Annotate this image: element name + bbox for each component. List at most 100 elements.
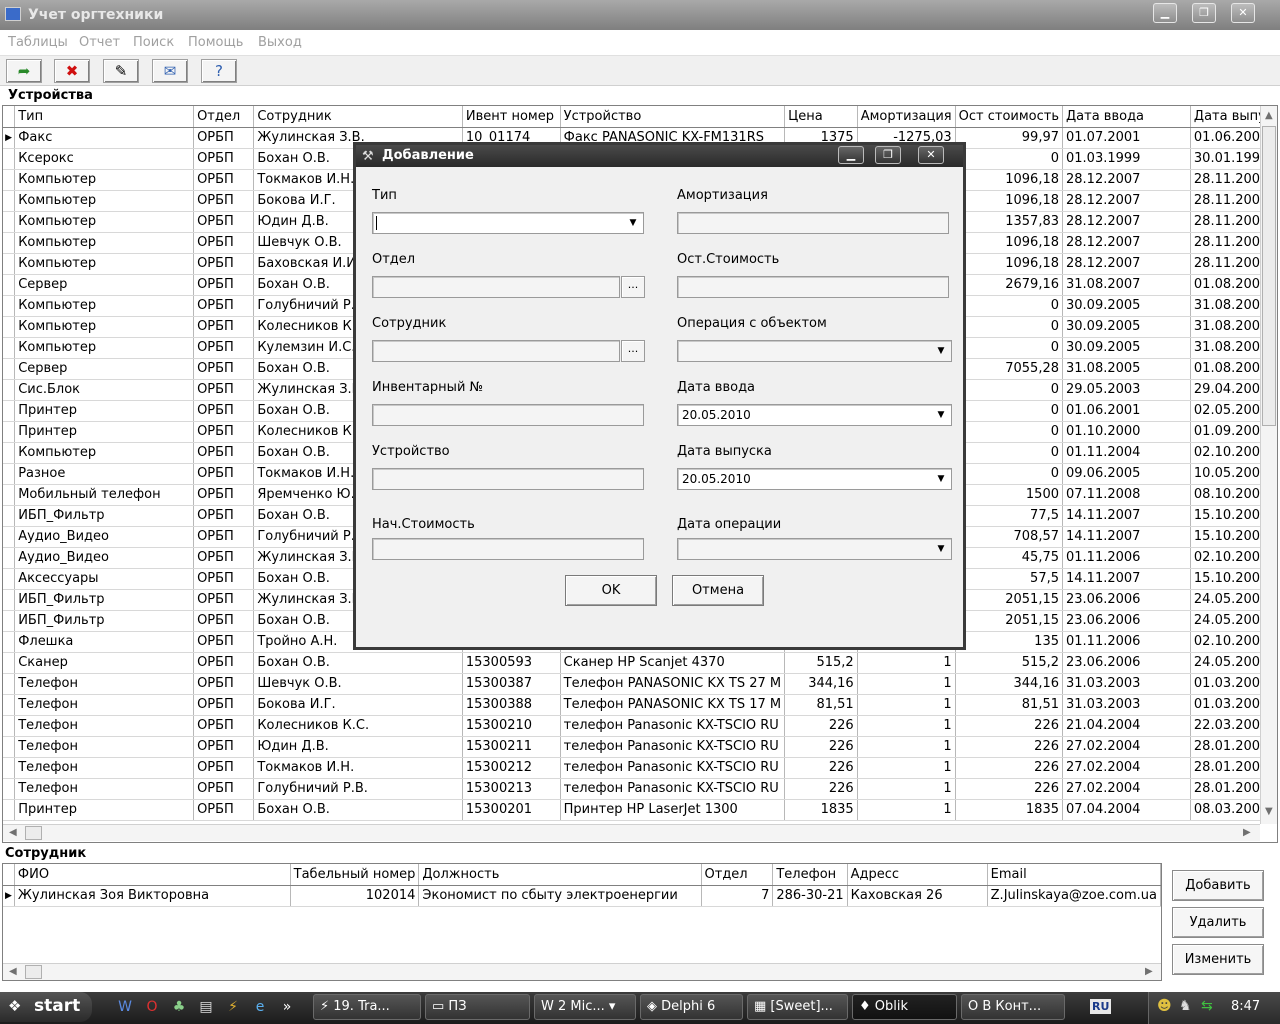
table-row[interactable]: ▶ Жулинская Зоя Викторовна 102014 Эконом… — [3, 885, 1161, 907]
table-cell[interactable]: 01.11.2006 — [1062, 631, 1191, 653]
column-header[interactable]: ФИО — [14, 864, 291, 886]
table-cell[interactable]: Компьютер — [14, 190, 195, 212]
table-row[interactable]: Телефон ОРБП Токмаков И.Н. 15300212 телефон … — [3, 757, 1277, 779]
table-cell[interactable]: Компьютер — [14, 337, 195, 359]
table-cell[interactable]: 226 — [784, 757, 858, 779]
table-cell[interactable]: Шевчук О.В. — [253, 673, 463, 695]
table-cell[interactable]: ОРБП — [193, 379, 255, 401]
table-cell[interactable]: Мобильный телефон — [14, 484, 195, 506]
column-header[interactable]: Сотрудник — [253, 106, 463, 128]
table-cell[interactable]: 27.02.2004 — [1062, 736, 1191, 758]
table-cell[interactable]: 344,16 — [955, 673, 1064, 695]
table-cell[interactable]: 01.03.1999 — [1062, 148, 1191, 170]
table-cell[interactable]: ОРБП — [193, 484, 255, 506]
table-cell[interactable]: 1 — [857, 694, 956, 716]
table-cell[interactable]: 28.12.2007 — [1062, 169, 1191, 191]
table-cell[interactable]: 15300210 — [462, 715, 561, 737]
table-cell[interactable]: 1 — [857, 799, 956, 821]
table-cell[interactable]: Компьютер — [14, 232, 195, 254]
table-cell[interactable]: Телефон — [14, 715, 195, 737]
table-cell[interactable]: Флешка — [14, 631, 195, 653]
table-cell[interactable]: 28.12.2007 — [1062, 211, 1191, 233]
table-cell[interactable]: 226 — [784, 778, 858, 800]
edit-icon[interactable]: ✎ — [103, 59, 139, 83]
task-oblik[interactable]: ♦ Oblik — [852, 994, 957, 1020]
scroll-left-icon[interactable]: ◀ — [9, 827, 17, 838]
table-cell[interactable]: 344,16 — [784, 673, 858, 695]
table-cell[interactable]: ОРБП — [193, 715, 255, 737]
table-cell[interactable]: 21.04.2004 — [1062, 715, 1191, 737]
table-cell[interactable]: 01.06.2001 — [1062, 400, 1191, 422]
table-cell[interactable]: Телефон — [14, 736, 195, 758]
table-cell[interactable]: Телефон — [14, 694, 195, 716]
table-cell[interactable]: Жулинская Зоя Викторовна — [14, 885, 291, 907]
table-cell[interactable]: ОРБП — [193, 526, 255, 548]
ok-button[interactable]: OK — [565, 575, 657, 606]
minimize-button[interactable]: ▁ — [1153, 3, 1177, 23]
table-cell[interactable]: 515,2 — [955, 652, 1064, 674]
table-cell[interactable]: ИБП_Фильтр — [14, 505, 195, 527]
table-cell[interactable]: Бокова И.Г. — [253, 694, 463, 716]
column-header[interactable]: Табельный номер — [290, 864, 420, 886]
menu-exit[interactable]: Выход — [258, 35, 302, 50]
menu-report[interactable]: Отчет — [79, 35, 120, 50]
column-header[interactable]: Устройство — [560, 106, 786, 128]
table-cell[interactable]: ОРБП — [193, 127, 255, 149]
table-cell[interactable]: Токмаков И.Н. — [253, 757, 463, 779]
add-button[interactable]: Добавить — [1172, 870, 1264, 901]
table-cell[interactable]: ОРБП — [193, 463, 255, 485]
table-cell[interactable]: 23.06.2006 — [1062, 589, 1191, 611]
table-cell[interactable]: 31.08.2005 — [1062, 358, 1191, 380]
menu-search[interactable]: Поиск — [133, 35, 174, 50]
table-cell[interactable]: 1 — [857, 736, 956, 758]
table-cell[interactable]: ОРБП — [193, 568, 255, 590]
table-cell[interactable]: 07.11.2008 — [1062, 484, 1191, 506]
table-row[interactable]: Телефон ОРБП Юдин Д.В. 15300211 телефон Pana… — [3, 736, 1277, 758]
cost-field[interactable] — [372, 538, 644, 560]
table-cell[interactable]: 1096,18 — [955, 190, 1064, 212]
table-cell[interactable]: 30.09.2005 — [1062, 316, 1191, 338]
table-cell[interactable]: 1096,18 — [955, 169, 1064, 191]
dept-field[interactable] — [372, 276, 620, 298]
scroll-left-icon[interactable]: ◀ — [9, 966, 17, 977]
table-cell[interactable]: 23.06.2006 — [1062, 652, 1191, 674]
table-cell[interactable]: 28.12.2007 — [1062, 253, 1191, 275]
task-word[interactable]: W 2 Mic... ▾ — [534, 994, 636, 1020]
maximize-button[interactable]: ❐ — [1192, 3, 1216, 23]
table-cell[interactable]: 1096,18 — [955, 253, 1064, 275]
table-cell[interactable]: 1835 — [955, 799, 1064, 821]
inv-field[interactable] — [372, 404, 644, 426]
column-header[interactable]: Отдел — [701, 864, 774, 886]
table-cell[interactable]: 27.02.2004 — [1062, 757, 1191, 779]
open-icon[interactable]: ➦ — [6, 59, 42, 83]
table-cell[interactable]: 15300593 — [462, 652, 561, 674]
amort-field[interactable] — [677, 212, 949, 234]
dialog-close-button[interactable]: ✕ — [918, 146, 944, 164]
table-cell[interactable]: 1096,18 — [955, 232, 1064, 254]
table-cell[interactable]: 15300213 — [462, 778, 561, 800]
table-cell[interactable]: 07.04.2004 — [1062, 799, 1191, 821]
table-cell[interactable]: ОРБП — [193, 421, 255, 443]
delete-button[interactable]: Удалить — [1172, 907, 1264, 938]
table-cell[interactable]: ОРБП — [193, 799, 255, 821]
table-cell[interactable]: 15300201 — [462, 799, 561, 821]
table-cell[interactable]: Телефон PANASONIC KX TS 27 M — [560, 673, 786, 695]
employee-field[interactable] — [372, 340, 620, 362]
table-cell[interactable]: Телефон — [14, 757, 195, 779]
delete-icon[interactable]: ✖ — [54, 59, 90, 83]
table-cell[interactable]: Колесников К.С. — [253, 715, 463, 737]
table-cell[interactable]: 01.10.2000 — [1062, 421, 1191, 443]
table-cell[interactable]: ОРБП — [193, 337, 255, 359]
table-cell[interactable]: 01.07.2001 — [1062, 127, 1191, 149]
table-cell[interactable]: 99,97 — [955, 127, 1064, 149]
cancel-button[interactable]: Отмена — [672, 575, 764, 606]
table-cell[interactable]: Факс — [14, 127, 195, 149]
language-indicator[interactable]: RU — [1090, 999, 1112, 1014]
table-cell[interactable]: Голубничий Р.В. — [253, 778, 463, 800]
table-row[interactable]: Телефон ОРБП Шевчук О.В. 15300387 Телефон PA… — [3, 673, 1277, 695]
chevron-down-icon[interactable]: ▼ — [933, 541, 949, 557]
task-sweet[interactable]: ▦ [Sweet]... — [747, 994, 848, 1020]
table-cell[interactable]: 15300388 — [462, 694, 561, 716]
table-row[interactable]: Телефон ОРБП Голубничий Р.В. 15300213 телефо… — [3, 778, 1277, 800]
table-cell[interactable]: Компьютер — [14, 211, 195, 233]
